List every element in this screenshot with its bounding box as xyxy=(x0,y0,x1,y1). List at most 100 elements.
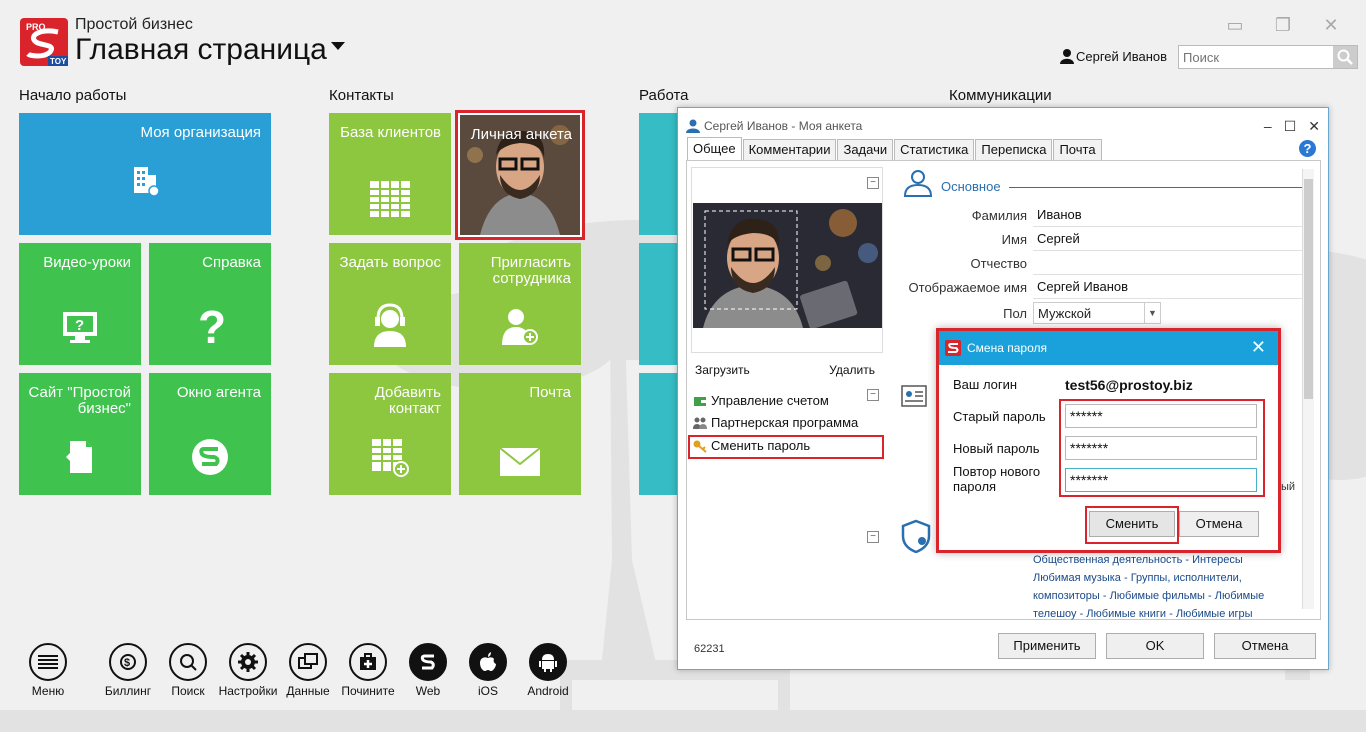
repeat-password-field[interactable]: ******* xyxy=(1065,468,1257,492)
bottom-label: Android xyxy=(527,684,569,698)
question-mark-icon: ? xyxy=(149,303,271,347)
interests-line[interactable]: Любимая музыка - Группы, исполнители, xyxy=(1033,569,1303,587)
collapse-main-toggle[interactable]: − xyxy=(867,177,879,189)
bottom-data-button[interactable]: Данные xyxy=(278,643,338,698)
document-icon xyxy=(19,437,141,477)
svg-text:?: ? xyxy=(198,303,226,347)
login-label: Ваш логин xyxy=(953,377,1018,392)
window-controls: ▭ ❐ ✕ xyxy=(1222,16,1344,34)
gear-icon xyxy=(229,643,267,681)
new-password-field[interactable]: ******* xyxy=(1065,436,1257,460)
user-name: Сергей Иванов xyxy=(1076,48,1168,64)
tile-my-organization[interactable]: Моя организация xyxy=(19,113,271,235)
tile-help[interactable]: Справка ? xyxy=(149,243,271,365)
bottom-android-button[interactable]: Android xyxy=(518,643,578,698)
photo-frame xyxy=(691,167,883,353)
tile-personal-profile[interactable]: Личная анкета xyxy=(455,110,585,240)
current-user[interactable]: Сергей Иванов xyxy=(1060,48,1167,64)
bottom-menu-button[interactable]: Меню xyxy=(18,643,78,698)
search-button[interactable] xyxy=(1333,46,1357,68)
field-display-name: Отображаемое имя Сергей Иванов xyxy=(887,275,1307,299)
tile-website[interactable]: Сайт "Простой бизнес" xyxy=(19,373,141,495)
bottom-label: Настройки xyxy=(218,684,278,698)
agent-logo-icon xyxy=(149,437,271,477)
tile-work-3[interactable] xyxy=(639,373,679,495)
section-comm-label: Коммуникации xyxy=(949,87,1052,104)
search-input[interactable] xyxy=(1179,46,1333,68)
collapse-interests-toggle[interactable]: − xyxy=(867,531,879,543)
partial-text: ый xyxy=(1281,481,1296,493)
windows-icon xyxy=(289,643,327,681)
bottom-settings-button[interactable]: Настройки xyxy=(218,643,278,698)
tile-agent-window[interactable]: Окно агента xyxy=(149,373,271,495)
tile-invite-employee[interactable]: Пригласить сотрудника xyxy=(459,243,581,365)
tab-general[interactable]: Общее xyxy=(687,137,742,160)
upload-link[interactable]: Загрузить xyxy=(695,363,750,377)
bottom-search-button[interactable]: Поиск xyxy=(158,643,218,698)
password-cancel-button[interactable]: Отмена xyxy=(1179,511,1259,537)
tile-clients-base[interactable]: База клиентов xyxy=(329,113,451,235)
interests-links: Общественная деятельность - Интересы Люб… xyxy=(1033,551,1303,623)
collapse-contacts-toggle[interactable]: − xyxy=(867,389,879,401)
tile-video-lessons[interactable]: Видео-уроки ? xyxy=(19,243,141,365)
monitor-question-icon: ? xyxy=(19,307,141,347)
repeat-password-label: Повтор нового пароля xyxy=(953,464,1041,494)
tab-mail[interactable]: Почта xyxy=(1053,139,1102,160)
menu-icon xyxy=(29,643,67,681)
bottom-web-button[interactable]: Web xyxy=(398,643,458,698)
tile-label: Задать вопрос xyxy=(339,254,441,271)
dialog-titlebar: Сергей Иванов - Моя анкета – ☐ ✕ xyxy=(678,108,1328,143)
bottom-billing-button[interactable]: $ Биллинг xyxy=(98,643,158,698)
tab-statistics[interactable]: Статистика xyxy=(894,139,975,160)
scrollbar-thumb[interactable] xyxy=(1304,179,1313,399)
field-patronymic: Отчество xyxy=(887,251,1307,275)
add-contact-sheet-icon xyxy=(329,437,451,477)
apply-button[interactable]: Применить xyxy=(998,633,1096,659)
spreadsheet-icon xyxy=(329,181,451,217)
tile-work-1[interactable] xyxy=(639,113,679,235)
chevron-down-icon xyxy=(330,42,345,51)
close-icon[interactable]: ✕ xyxy=(1251,337,1266,358)
scrollbar[interactable] xyxy=(1302,169,1314,609)
apple-icon xyxy=(469,643,507,681)
delete-link[interactable]: Удалить xyxy=(829,363,875,377)
old-password-field[interactable]: ****** xyxy=(1065,404,1257,428)
section-main-title: Основное xyxy=(941,179,1001,194)
tile-add-contact[interactable]: Добавить контакт xyxy=(329,373,451,495)
page-title-dropdown[interactable]: Главная страница xyxy=(75,33,345,67)
interests-line[interactable]: Общественная деятельность - Интересы xyxy=(1033,551,1303,569)
change-button[interactable]: Сменить xyxy=(1089,511,1175,537)
bottom-ios-button[interactable]: iOS xyxy=(458,643,518,698)
tile-mail[interactable]: Почта xyxy=(459,373,581,495)
tile-work-2[interactable] xyxy=(639,243,679,365)
tile-label: Справка xyxy=(202,254,261,271)
page-title: Главная страница xyxy=(75,33,327,66)
tab-correspondence[interactable]: Переписка xyxy=(975,139,1053,160)
manage-account-link[interactable]: Управление счетом xyxy=(693,393,829,408)
tab-tasks[interactable]: Задачи xyxy=(837,139,894,160)
change-password-link[interactable]: Сменить пароль xyxy=(693,438,810,453)
tab-comments[interactable]: Комментарии xyxy=(742,139,837,160)
close-window-icon[interactable]: ✕ xyxy=(1318,16,1344,34)
tile-ask-question[interactable]: Задать вопрос xyxy=(329,243,451,365)
bottom-repair-button[interactable]: Почините xyxy=(338,643,398,698)
minimize-icon[interactable]: – xyxy=(1264,118,1272,135)
tile-label: Почта xyxy=(529,384,571,401)
field-last-name: Фамилия Иванов xyxy=(887,203,1307,227)
gender-select[interactable]: Мужской ▼ xyxy=(1033,302,1161,324)
section-contacts-label: Контакты xyxy=(329,87,394,104)
section-work-label: Работа xyxy=(639,87,689,104)
interests-line[interactable]: композиторы - Любимые фильмы - Любимые xyxy=(1033,587,1303,605)
password-dialog-titlebar: Смена пароля xyxy=(939,331,1278,365)
cancel-button[interactable]: Отмена xyxy=(1214,633,1316,659)
help-icon[interactable]: ? xyxy=(1299,140,1316,157)
restore-window-icon[interactable]: ❐ xyxy=(1270,16,1296,34)
ok-button[interactable]: OK xyxy=(1106,633,1204,659)
bottom-label: Биллинг xyxy=(104,684,152,698)
svg-text:?: ? xyxy=(75,317,84,334)
maximize-icon[interactable]: ☐ xyxy=(1284,118,1297,135)
keyboard-icon[interactable]: ▭ xyxy=(1222,16,1248,34)
close-icon[interactable]: ✕ xyxy=(1308,118,1320,135)
partner-program-link[interactable]: Партнерская программа xyxy=(693,415,858,430)
